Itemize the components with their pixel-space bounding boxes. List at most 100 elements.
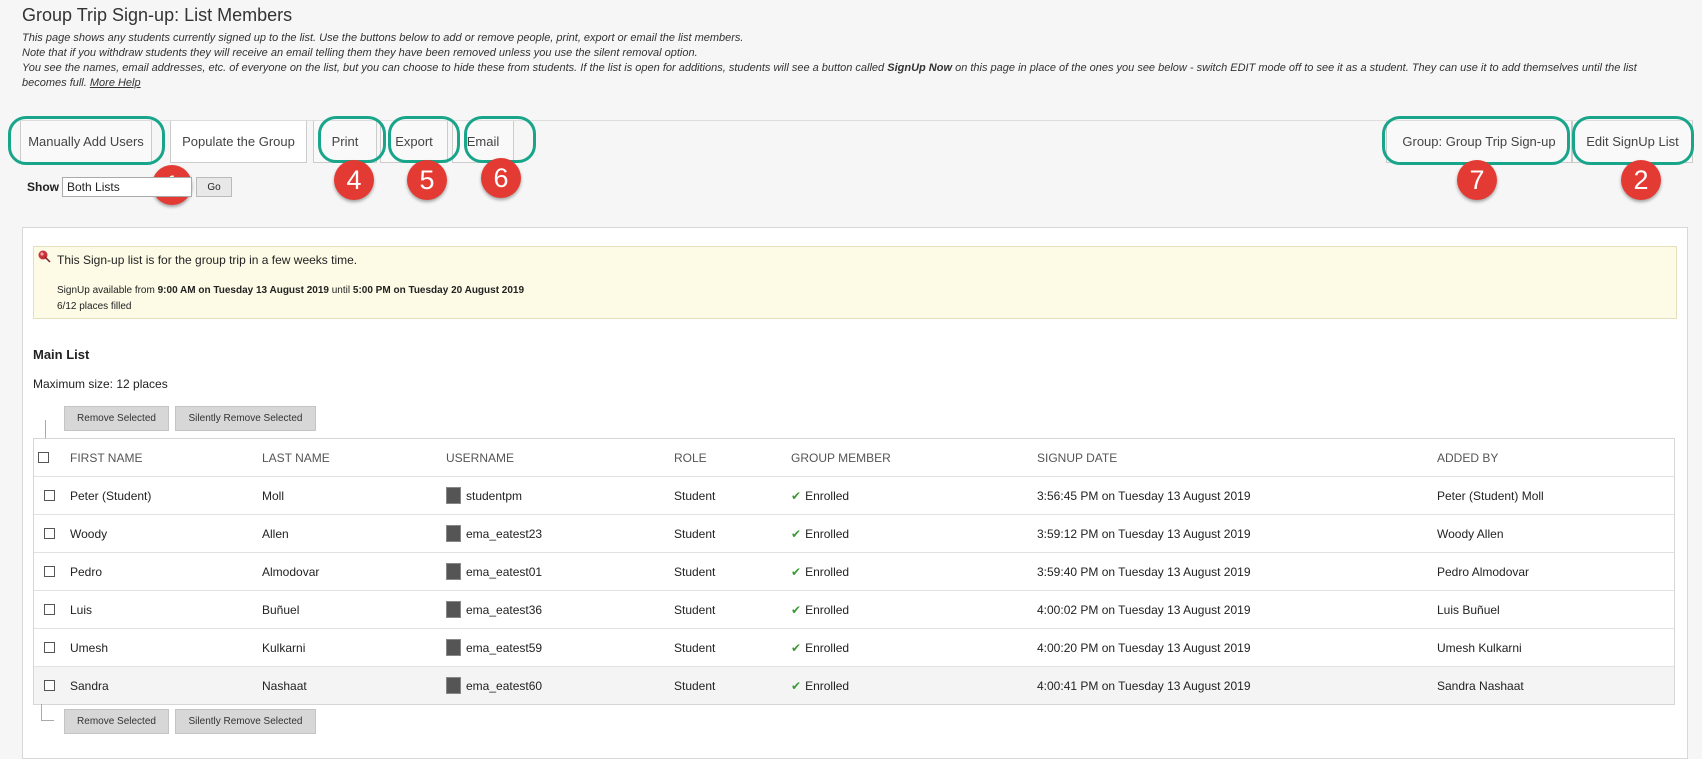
username: ema_eatest23 (466, 526, 543, 541)
checkmark-icon: ✔ (791, 488, 802, 503)
avatar (446, 525, 461, 542)
row-checkbox[interactable] (44, 553, 55, 590)
signup-date: 3:59:12 PM on Tuesday 13 August 2019 (1037, 526, 1251, 541)
remove-selected-button-bottom[interactable]: Remove Selected (64, 709, 169, 734)
print-button[interactable]: Print (313, 121, 377, 163)
row-checkbox[interactable] (44, 591, 55, 628)
avatar (446, 639, 461, 656)
last-name: Allen (262, 526, 289, 541)
badge-5: 5 (407, 160, 447, 200)
role: Student (674, 488, 716, 503)
col-added-by[interactable]: ADDED BY (1437, 439, 1498, 476)
first-name: Pedro (70, 564, 103, 579)
col-first-name[interactable]: FIRST NAME (70, 439, 142, 476)
avatar (446, 677, 461, 694)
role: Student (674, 640, 716, 655)
col-username[interactable]: USERNAME (446, 439, 514, 476)
group-button[interactable]: Group: Group Trip Sign-up (1386, 121, 1572, 163)
edit-signup-list-button[interactable]: Edit SignUp List (1572, 121, 1693, 163)
added-by: Luis Buñuel (1437, 602, 1500, 617)
table-row: Pedro Almodovar ema_eatest01 Student ✔ En… (34, 553, 1674, 591)
group-member-status: Enrolled (805, 564, 850, 579)
remove-selected-button-top[interactable]: Remove Selected (64, 406, 169, 431)
badge-2: 2 (1621, 160, 1661, 200)
col-group-member[interactable]: GROUP MEMBER (791, 439, 891, 476)
checkmark-icon: ✔ (791, 564, 802, 579)
last-name: Moll (262, 488, 285, 503)
export-button[interactable]: Export (380, 121, 448, 163)
row-checkbox[interactable] (44, 629, 55, 666)
table-row: Peter (Student) Moll studentpm Student ✔… (34, 477, 1674, 515)
silently-remove-button-top[interactable]: Silently Remove Selected (175, 406, 316, 431)
intro-line-2: Note that if you withdraw students they … (22, 47, 698, 59)
last-name: Almodovar (262, 564, 320, 579)
page-title: Group Trip Sign-up: List Members (22, 5, 293, 25)
col-last-name[interactable]: LAST NAME (262, 439, 330, 476)
col-signup-date[interactable]: SIGNUP DATE (1037, 439, 1117, 476)
table-row: Luis Buñuel ema_eatest36 Student ✔ Enroll… (34, 591, 1674, 629)
show-label: Show (27, 180, 59, 194)
role: Student (674, 526, 716, 541)
first-name: Sandra (70, 678, 109, 693)
info-box: This Sign-up list is for the group trip … (33, 246, 1677, 319)
badge-6: 6 (481, 158, 521, 198)
signup-date: 3:56:45 PM on Tuesday 13 August 2019 (1037, 488, 1251, 503)
select-all-checkbox[interactable] (38, 439, 49, 476)
signup-date: 4:00:02 PM on Tuesday 13 August 2019 (1037, 602, 1251, 617)
first-name: Woody (70, 526, 108, 541)
username: ema_eatest60 (466, 678, 543, 693)
row-checkbox[interactable] (44, 667, 55, 704)
members-table: FIRST NAME LAST NAME USERNAME ROLE GROUP… (33, 438, 1675, 705)
first-name: Peter (Student) (70, 488, 152, 503)
avatar (446, 601, 461, 618)
last-name: Kulkarni (262, 640, 306, 655)
silently-remove-button-bottom[interactable]: Silently Remove Selected (175, 709, 316, 734)
badge-4: 4 (334, 160, 374, 200)
pin-icon (38, 250, 51, 263)
role: Student (674, 564, 716, 579)
last-name: Buñuel (262, 602, 300, 617)
username: ema_eatest01 (466, 564, 543, 579)
added-by: Pedro Almodovar (1437, 564, 1530, 579)
info-message: This Sign-up list is for the group trip … (57, 253, 358, 267)
username: ema_eatest59 (466, 640, 543, 655)
first-name: Luis (70, 602, 93, 617)
role: Student (674, 602, 716, 617)
intro-line-3: You see the names, email addresses, etc.… (22, 62, 1637, 89)
manually-add-users-button[interactable]: Manually Add Users (20, 121, 152, 163)
signup-date: 4:00:20 PM on Tuesday 13 August 2019 (1037, 640, 1251, 655)
table-header: FIRST NAME LAST NAME USERNAME ROLE GROUP… (34, 439, 1674, 477)
checkmark-icon: ✔ (791, 640, 802, 655)
username: ema_eatest36 (466, 602, 543, 617)
added-by: Peter (Student) Moll (1437, 488, 1544, 503)
last-name: Nashaat (262, 678, 307, 693)
go-button[interactable]: Go (196, 177, 232, 197)
row-checkbox[interactable] (44, 477, 55, 514)
avatar (446, 563, 461, 580)
group-member-status: Enrolled (805, 640, 850, 655)
show-select[interactable]: Both Lists (62, 177, 192, 197)
table-row: Sandra Nashaat ema_eatest60 Student ✔ Enr… (34, 667, 1674, 704)
email-button[interactable]: Email (452, 121, 514, 163)
table-row: Woody Allen ema_eatest23 Student ✔ Enroll… (34, 515, 1674, 553)
main-list-title: Main List (33, 347, 90, 362)
group-member-status: Enrolled (805, 678, 850, 693)
username: studentpm (466, 488, 523, 503)
intro-line-1: This page shows any students currently s… (22, 32, 744, 44)
checkmark-icon: ✔ (791, 526, 802, 541)
signup-date: 4:00:41 PM on Tuesday 13 August 2019 (1037, 678, 1251, 693)
top-connector (45, 420, 64, 439)
group-member-status: Enrolled (805, 526, 850, 541)
more-help-link[interactable]: More Help (90, 77, 141, 89)
table-row: Umesh Kulkarni ema_eatest59 Student ✔ Enr… (34, 629, 1674, 667)
added-by: Sandra Nashaat (1437, 678, 1524, 693)
first-name: Umesh (70, 640, 109, 655)
populate-group-button[interactable]: Populate the Group (170, 121, 307, 163)
badge-7: 7 (1457, 160, 1497, 200)
checkmark-icon: ✔ (791, 602, 802, 617)
action-toolbar: Manually Add Users Populate the Group Pr… (20, 120, 1693, 163)
col-role[interactable]: ROLE (674, 439, 707, 476)
signup-availability: SignUp available from 9:00 AM on Tuesday… (57, 285, 525, 296)
show-filter: Show Both Lists Go (27, 177, 232, 197)
row-checkbox[interactable] (44, 515, 55, 552)
